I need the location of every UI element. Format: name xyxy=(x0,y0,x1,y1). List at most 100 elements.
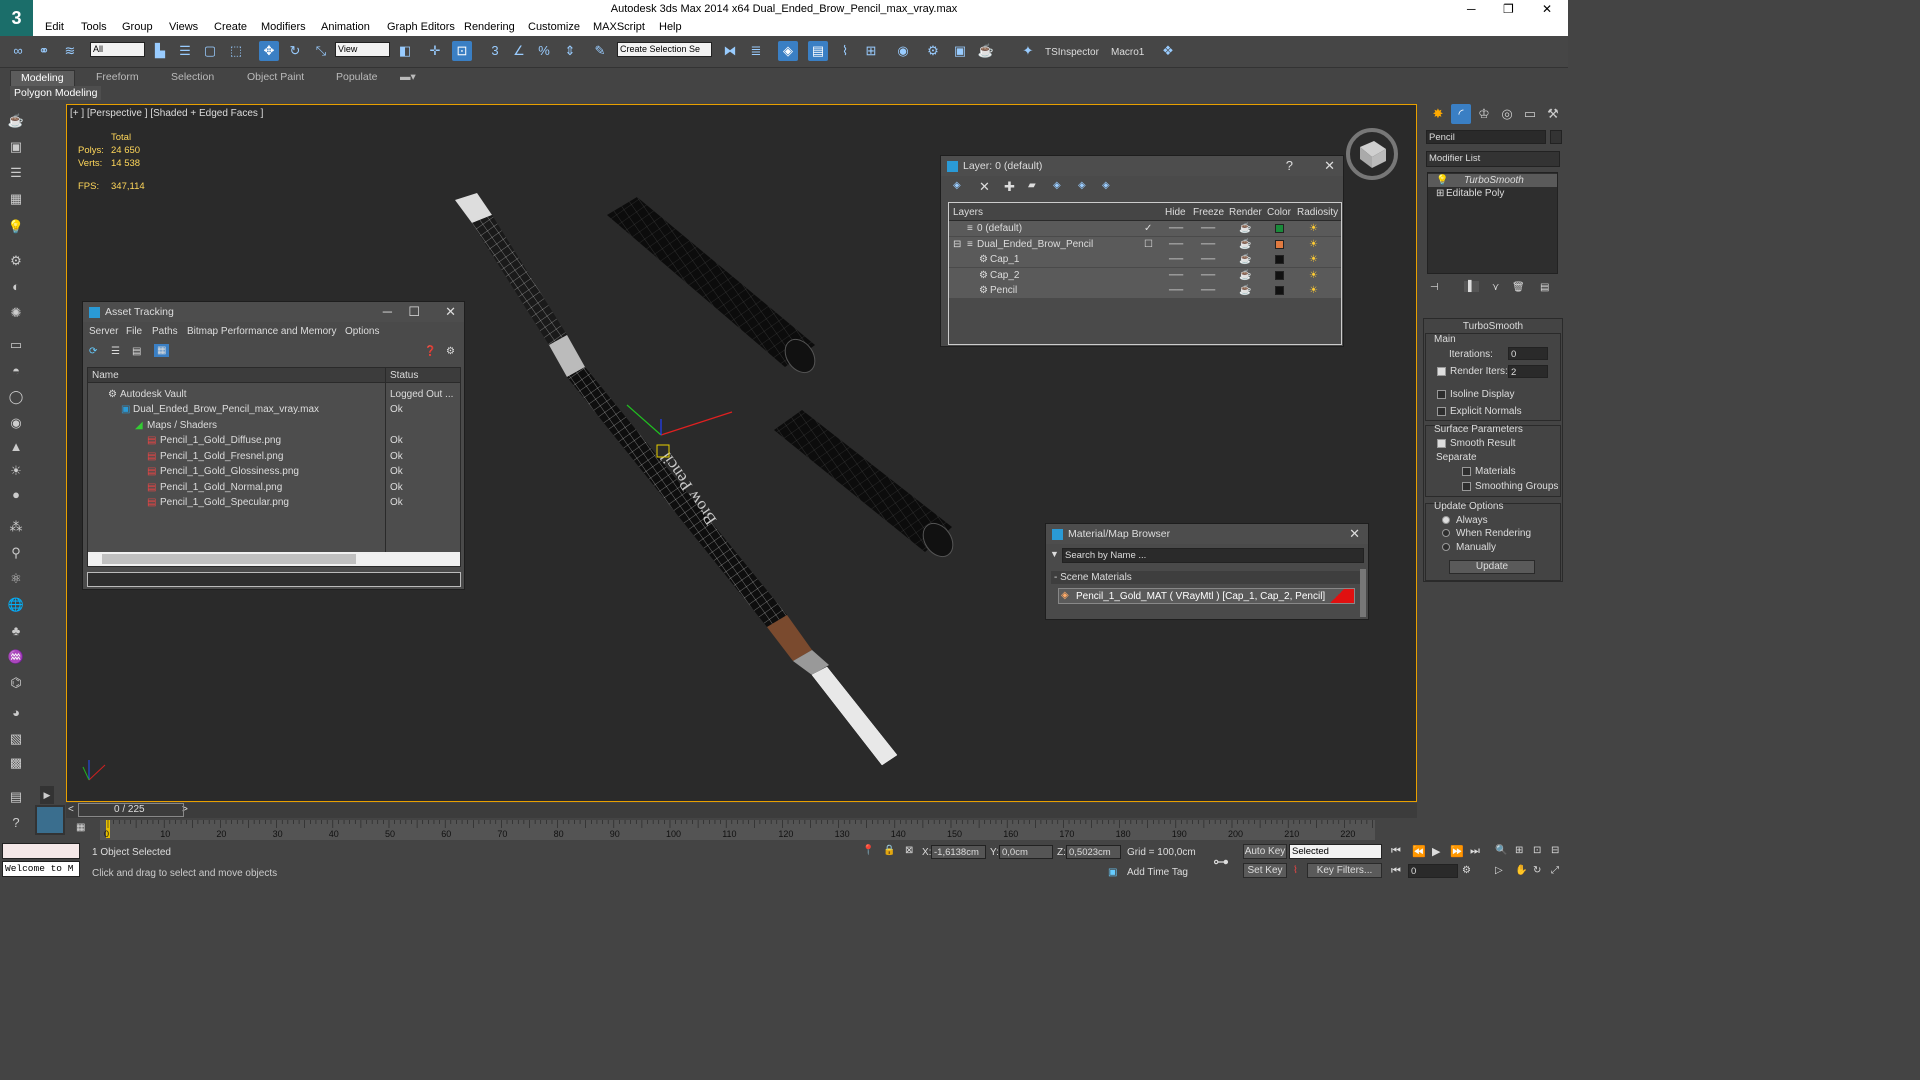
cap-2[interactable] xyxy=(774,410,959,562)
track-bar[interactable]: 0 10 20 30 40 50 60 70 80 90 100 110 120 130 140 150 160… xyxy=(100,820,1375,840)
freeze-toggle[interactable]: ── xyxy=(1201,283,1215,298)
horizontal-scrollbar[interactable] xyxy=(88,552,460,566)
layer-color-swatch[interactable] xyxy=(1275,271,1284,280)
freeze-toggle[interactable]: ── xyxy=(1201,221,1215,236)
lock-selection-icon[interactable]: 🔒 xyxy=(883,845,895,856)
pan-icon[interactable]: ✋ xyxy=(1515,865,1527,876)
column-header-color[interactable]: Color xyxy=(1267,205,1291,220)
scene-materials-group[interactable]: - Scene Materials xyxy=(1051,571,1361,584)
vertical-scrollbar[interactable] xyxy=(1360,569,1366,617)
tab-selection[interactable]: Selection xyxy=(171,71,214,83)
select-rotate-icon[interactable]: ↻ xyxy=(285,41,305,61)
x-coordinate-field[interactable]: -1,6138cm xyxy=(931,845,986,859)
align-icon[interactable]: ≣ xyxy=(746,41,766,61)
render-teapot-icon[interactable]: ☕ xyxy=(1239,268,1251,283)
menu-maxscript[interactable]: MAXScript xyxy=(593,21,645,33)
menu-file[interactable]: File xyxy=(126,326,142,337)
key-curve-icon[interactable]: ⌇ xyxy=(1293,865,1298,876)
curve-editor-icon[interactable]: ⌇ xyxy=(835,41,855,61)
highlight-layer-icon[interactable]: ◈ xyxy=(1053,180,1061,191)
spacewarp-icon[interactable]: ✺ xyxy=(6,304,26,322)
menu-group[interactable]: Group xyxy=(122,21,153,33)
select-move-icon[interactable]: ✥ xyxy=(259,41,279,61)
polygon-modeling-panel[interactable]: Polygon Modeling xyxy=(10,86,102,100)
key-mode-icon[interactable]: ⊶ xyxy=(1213,852,1229,872)
selection-filter-dropdown[interactable]: All xyxy=(90,42,145,57)
column-header-radiosity[interactable]: Radiosity xyxy=(1297,205,1338,220)
refresh-icon[interactable]: ⟳ xyxy=(89,346,97,357)
delete-layer-icon[interactable]: ✕ xyxy=(979,179,990,195)
radiosity-icon[interactable]: ☀ xyxy=(1309,268,1318,283)
biped-icon[interactable]: ⚛ xyxy=(6,570,26,588)
configure-sets-icon[interactable]: ▤ xyxy=(1540,282,1549,293)
time-config-icon[interactable]: ⚙ xyxy=(1462,865,1471,876)
set-key-button[interactable]: Set Key xyxy=(1243,863,1287,878)
hide-toggle[interactable]: ── xyxy=(1169,252,1183,267)
menu-server[interactable]: Server xyxy=(89,326,118,337)
tab-object-paint[interactable]: Object Paint xyxy=(247,71,304,83)
tab-populate[interactable]: Populate xyxy=(336,71,377,83)
menu-animation[interactable]: Animation xyxy=(321,21,370,33)
key-mode-toggle-icon[interactable]: ⏮ xyxy=(1391,865,1401,878)
update-button[interactable]: Update xyxy=(1449,560,1535,574)
material-icon[interactable]: ◕ xyxy=(6,704,26,722)
asset-tracking-window[interactable]: Asset Tracking ─ ☐ ✕ Server File Paths Bit… xyxy=(82,301,465,590)
menu-rendering[interactable]: Rendering xyxy=(464,21,515,33)
new-layer-icon[interactable]: ◈ xyxy=(953,180,961,191)
macro1-label[interactable]: Macro1 xyxy=(1111,47,1144,58)
table-row[interactable]: ▤ Pencil_1_Gold_Specular.png Ok xyxy=(88,495,460,510)
expand-icon[interactable]: ⊞ xyxy=(1436,187,1444,200)
layer-manager-window[interactable]: Layer: 0 (default) ? ✕ ◈ ✕ ✚ ▰ ◈ ◈ ◈ Laye… xyxy=(940,155,1344,347)
make-unique-icon[interactable]: ⋎ xyxy=(1492,282,1499,293)
grid-view-icon[interactable]: ▦ xyxy=(154,344,170,357)
close-icon[interactable]: ✕ xyxy=(445,302,456,322)
keyboard-shortcut-icon[interactable]: ⊡ xyxy=(452,41,472,61)
render-iters-spinner[interactable]: 2 xyxy=(1508,365,1548,378)
bind-spacewarp-icon[interactable]: ≋ xyxy=(60,41,80,61)
key-filters-button[interactable]: Key Filters... xyxy=(1307,863,1382,878)
teapot-icon[interactable]: ☕ xyxy=(6,112,26,130)
add-to-layer-icon[interactable]: ✚ xyxy=(1004,179,1015,195)
torus-icon[interactable]: ◯ xyxy=(6,388,26,406)
graphite-toggle-icon[interactable]: ▤ xyxy=(808,41,828,61)
explicit-normals-checkbox[interactable] xyxy=(1437,407,1446,416)
bones-icon[interactable]: ⚲ xyxy=(6,544,26,562)
macro-icon[interactable]: ❖ xyxy=(1158,41,1178,61)
maxscript-listener-pink[interactable] xyxy=(2,843,80,859)
pin-stack-icon[interactable]: ⊣ xyxy=(1430,282,1439,293)
asset-path-field[interactable] xyxy=(87,572,461,587)
file-icon[interactable]: ▤ xyxy=(6,788,26,806)
column-header-status[interactable]: Status xyxy=(390,368,418,383)
hide-toggle[interactable]: ── xyxy=(1169,283,1183,298)
menu-graph-editors[interactable]: Graph Editors xyxy=(387,21,455,33)
render-teapot-icon[interactable]: ☕ xyxy=(1239,283,1251,298)
particle-icon[interactable]: ⁂ xyxy=(6,518,26,536)
radiosity-icon[interactable]: ☀ xyxy=(1309,283,1318,298)
freeze-toggle[interactable]: ── xyxy=(1201,268,1215,283)
globe-icon[interactable]: 🌐 xyxy=(6,596,26,614)
dome-icon[interactable]: ● xyxy=(6,486,26,504)
spinner-snap-icon[interactable]: ⇕ xyxy=(560,41,580,61)
list-icon[interactable]: ☰ xyxy=(6,164,26,182)
modifier-list-dropdown[interactable]: Modifier List xyxy=(1426,151,1560,167)
radiosity-icon[interactable]: ☀ xyxy=(1309,252,1318,267)
layer-manager-icon[interactable]: ◈ xyxy=(778,41,798,61)
rendered-frame-icon[interactable]: ▣ xyxy=(950,41,970,61)
hierarchy-tab-icon[interactable]: ♔ xyxy=(1474,104,1494,124)
object-name-field[interactable]: Pencil xyxy=(1426,130,1546,144)
help-icon[interactable]: ? xyxy=(6,814,26,832)
show-end-result-icon[interactable]: ▌ xyxy=(1464,281,1480,292)
layer-color-swatch[interactable] xyxy=(1275,240,1284,249)
unlink-icon[interactable]: ⚭ xyxy=(34,41,54,61)
select-manipulate-icon[interactable]: ✛ xyxy=(425,41,445,61)
smooth-result-checkbox[interactable] xyxy=(1437,439,1446,448)
percent-snap-icon[interactable]: % xyxy=(534,41,554,61)
play-icon[interactable]: ▶ xyxy=(1432,845,1440,858)
layer-row[interactable]: ⚙ Cap_1 ── ── ☕ ☀ xyxy=(949,252,1341,267)
always-radio[interactable] xyxy=(1442,516,1450,524)
sun-icon[interactable]: ☀ xyxy=(6,462,26,480)
list-view-icon[interactable]: ☰ xyxy=(111,346,120,357)
stack-item-turbosmooth[interactable]: 💡 TurboSmooth xyxy=(1428,174,1557,187)
maximize-icon[interactable]: ☐ xyxy=(408,302,420,322)
close-icon[interactable]: ✕ xyxy=(1542,2,1552,16)
